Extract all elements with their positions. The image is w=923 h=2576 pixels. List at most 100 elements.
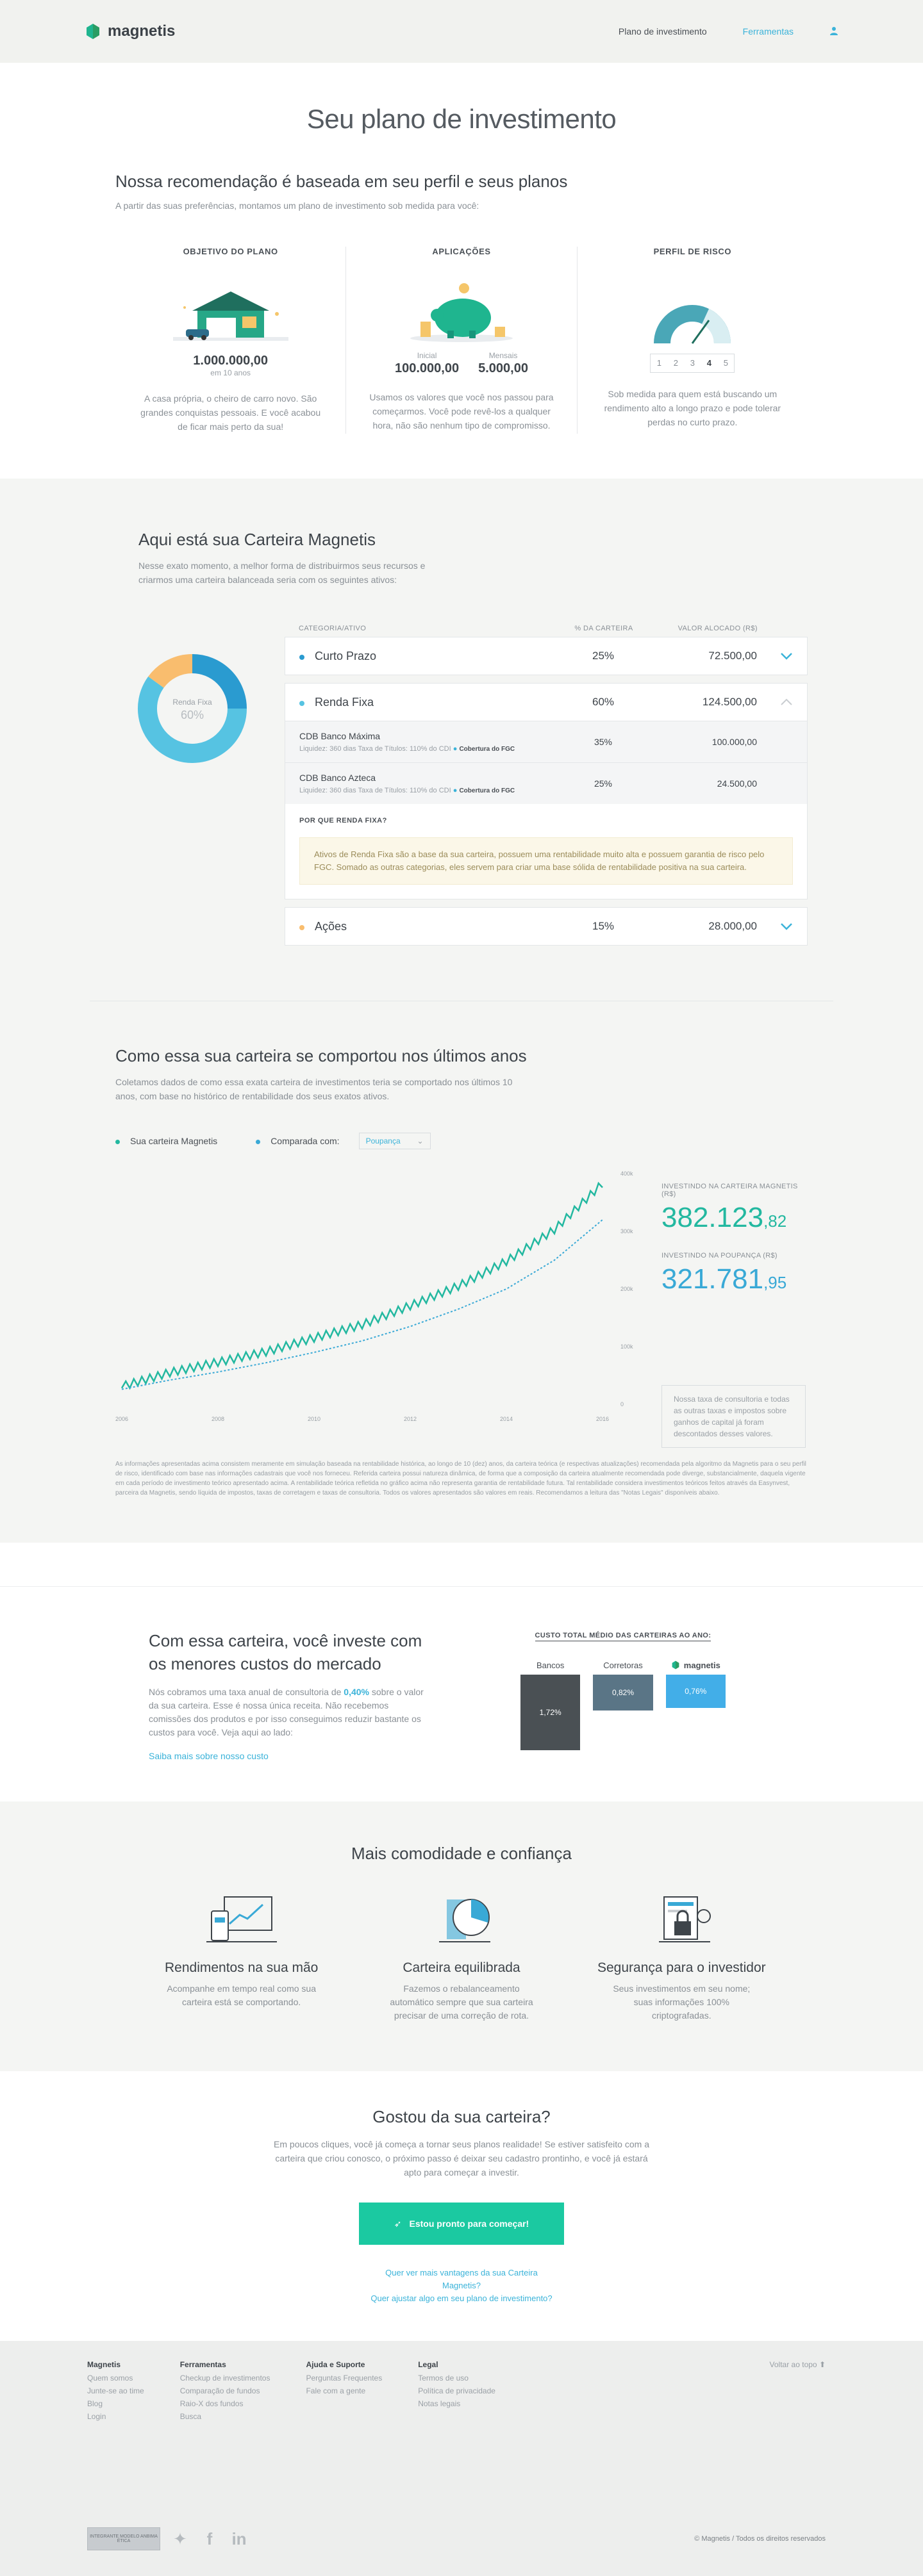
footer-column: Ajuda e Suporte Perguntas Frequentes Fale … xyxy=(306,2360,382,2423)
twitter-icon[interactable]: ✦ xyxy=(170,2529,190,2548)
cta-title: Gostou da sua carteira? xyxy=(372,2107,551,2126)
footer-link[interactable]: Termos de uso xyxy=(418,2372,495,2384)
footer-link[interactable]: Checkup de investimentos xyxy=(180,2372,270,2384)
footer-link[interactable]: Fale com a gente xyxy=(306,2384,382,2397)
feature-returns: Rendimentos na sua mão Acompanhe em temp… xyxy=(131,1893,351,2022)
brand-logo[interactable]: magnetis xyxy=(85,22,175,40)
poupanca-total-label: INVESTINDO NA POUPANÇA (R$) xyxy=(661,1252,777,1259)
footer-column-title: Ferramentas xyxy=(179,2360,226,2369)
check-icon: ● xyxy=(453,745,458,753)
fees-note: Nossa taxa de consultoria e todas as out… xyxy=(661,1385,806,1448)
chevron-down-icon[interactable] xyxy=(757,920,793,933)
linkedin-icon[interactable]: in xyxy=(229,2529,249,2548)
cost-bar-label: Corretoras xyxy=(603,1660,643,1670)
risk-level-1[interactable]: 1 xyxy=(651,354,667,372)
footer-link[interactable]: Comparação de fundos xyxy=(180,2384,270,2397)
feature-security: Segurança para o investidor Seus investi… xyxy=(572,1893,792,2022)
lock-document-icon xyxy=(659,1896,711,1942)
feature-text: Fazemos o rebalanceamento automático sem… xyxy=(390,1983,533,2021)
risk-level-4[interactable]: 4 xyxy=(701,354,717,372)
cost-bar-1: Corretoras 0,82% xyxy=(593,1655,653,1750)
legal-disclaimer: As informações apresentadas acima consis… xyxy=(115,1461,806,1497)
asset-name: CDB Banco Azteca xyxy=(299,773,376,783)
cost-chart-title: CUSTO TOTAL MÉDIO DAS CARTEIRAS AO ANO: xyxy=(535,1632,711,1641)
feature-text: Seus investimentos em seu nome; suas inf… xyxy=(613,1983,751,2021)
cost-bar-value: 0,82% xyxy=(593,1675,653,1710)
intro-text: A partir das suas preferências, montamos… xyxy=(115,201,479,211)
plan-section: Seu plano de investimento Nossa recomend… xyxy=(0,63,923,434)
footer-link[interactable]: Blog xyxy=(87,2397,144,2410)
category-dot xyxy=(299,924,304,930)
footer-link[interactable]: Quem somos xyxy=(87,2372,144,2384)
footer-link[interactable]: Junte-se ao time xyxy=(87,2384,144,2397)
footer-link[interactable]: Perguntas Frequentes xyxy=(306,2372,382,2384)
features-section: Mais comodidade e confiança Rendimentos … xyxy=(0,1801,923,2071)
performance-subtitle: Coletamos dados de como essa exata carte… xyxy=(115,1077,513,1101)
initial-value: 100.000,00 xyxy=(395,361,460,375)
risk-level-3[interactable]: 3 xyxy=(684,354,701,372)
category-value: 72.500,00 xyxy=(708,650,757,662)
cost-bar-2: magnetis 0,76% xyxy=(665,1655,726,1750)
category-dot xyxy=(299,654,304,660)
category-renda-fixa[interactable]: Renda Fixa 60% 124.500,00 CDB Banco Máxi… xyxy=(285,683,808,899)
user-icon[interactable] xyxy=(829,26,838,37)
objective-value: 1.000.000,00 xyxy=(193,354,269,368)
risk-gauge xyxy=(597,269,788,346)
cost-section: Com essa carteira, você investe com os m… xyxy=(0,1586,923,1801)
cost-link[interactable]: Saiba mais sobre nosso custo xyxy=(149,1751,269,1761)
more-advantages-link[interactable]: Quer ver mais vantagens da sua Carteira … xyxy=(365,2267,558,2292)
nav-tools[interactable]: Ferramentas xyxy=(743,26,794,37)
intro-title: Nossa recomendação é baseada em seu perf… xyxy=(115,172,568,191)
adjust-plan-link[interactable]: Quer ajustar algo em seu plano de invest… xyxy=(365,2292,558,2305)
allocation-donut: Renda Fixa 60% xyxy=(115,620,267,953)
chevron-up-icon[interactable] xyxy=(757,696,793,709)
category-name: Renda Fixa xyxy=(315,695,374,709)
piggy-bank-illustration xyxy=(365,269,557,346)
why-title: POR QUE RENDA FIXA? xyxy=(299,817,387,824)
footer-link[interactable]: Login xyxy=(87,2410,144,2423)
feature-text: Acompanhe em tempo real como sua carteir… xyxy=(167,1983,316,2007)
footer-column-title: Ajuda e Suporte xyxy=(306,2360,365,2369)
footer-column-title: Legal xyxy=(418,2360,438,2369)
y-tick-label: 100k xyxy=(620,1343,633,1350)
start-button[interactable]: ➶ Estou pronto para começar! xyxy=(359,2203,564,2245)
asset-row[interactable]: CDB Banco Máxima Liquidez: 360 dias Taxa … xyxy=(285,721,807,762)
magnetis-total-value: 382.123,82 xyxy=(661,1202,787,1233)
objective-desc: A casa própria, o cheiro de carro novo. … xyxy=(140,393,321,432)
rocket-icon: ➶ xyxy=(394,2218,402,2229)
category-name: Curto Prazo xyxy=(315,649,377,662)
why-renda-fixa: POR QUE RENDA FIXA? Ativos de Renda Fixa… xyxy=(285,804,807,899)
asset-row[interactable]: CDB Banco Azteca Liquidez: 360 dias Taxa … xyxy=(285,762,807,804)
risk-level-5[interactable]: 5 xyxy=(717,354,734,372)
facebook-icon[interactable]: f xyxy=(200,2529,219,2548)
monthly-value: 5.000,00 xyxy=(478,361,528,375)
cost-bar-value: 1,72% xyxy=(520,1675,581,1750)
legend-magnetis: Sua carteira Magnetis xyxy=(115,1136,217,1146)
footer-link[interactable]: Política de privacidade xyxy=(418,2384,495,2397)
chevron-down-icon[interactable] xyxy=(757,650,793,663)
category-curto-prazo[interactable]: Curto Prazo 25% 72.500,00 xyxy=(285,637,808,675)
category-value: 124.500,00 xyxy=(702,696,757,708)
footer-link[interactable]: Raio-X dos fundos xyxy=(180,2397,270,2410)
risk-level-2[interactable]: 2 xyxy=(667,354,684,372)
initial-label: Inicial xyxy=(417,351,437,360)
series-line-0 xyxy=(121,1181,603,1390)
y-tick-label: 0 xyxy=(620,1401,624,1407)
performance-summary: INVESTINDO NA CARTEIRA MAGNETIS (R$) 382… xyxy=(661,1161,808,1448)
series-line-1 xyxy=(121,1219,603,1390)
nav-investment-plan[interactable]: Plano de investimento xyxy=(619,26,707,37)
top-header: magnetis Plano de investimento Ferrament… xyxy=(0,0,923,63)
cost-title: Com essa carteira, você investe com os m… xyxy=(149,1631,422,1673)
feature-title: Segurança para o investidor xyxy=(597,1960,766,1975)
asset-value: 100.000,00 xyxy=(711,737,757,747)
risk-title: PERFIL DE RISCO xyxy=(653,247,732,256)
back-to-top[interactable]: Voltar ao topo ⬆ xyxy=(770,2360,826,2369)
compare-select[interactable]: Poupança ⌄ xyxy=(358,1133,431,1149)
feature-title: Rendimentos na sua mão xyxy=(165,1960,319,1975)
col-value: VALOR ALOCADO (R$) xyxy=(678,625,758,632)
footer-link[interactable]: Notas legais xyxy=(418,2397,495,2410)
footer-link[interactable]: Busca xyxy=(180,2410,270,2423)
category-acoes[interactable]: Ações 15% 28.000,00 xyxy=(285,907,808,946)
objective-title: OBJETIVO DO PLANO xyxy=(183,247,278,256)
magnetis-logo-icon xyxy=(672,1661,679,1669)
